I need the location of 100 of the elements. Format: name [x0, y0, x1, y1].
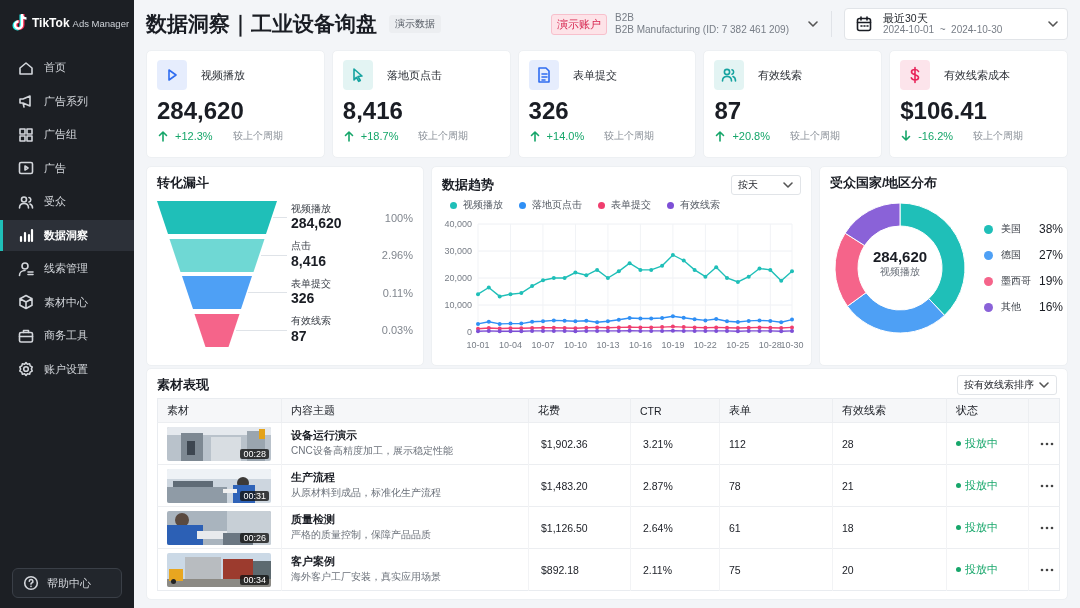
- date-range-picker[interactable]: 最近30天 2024-10-01 ~ 2024-10-30: [844, 8, 1068, 40]
- data-point: [541, 278, 545, 283]
- x-tick-label: 10-01: [466, 340, 490, 350]
- legend-value: 27%: [1039, 248, 1064, 262]
- data-point: [551, 276, 556, 280]
- data-point: [670, 314, 675, 319]
- logo-icon: [11, 12, 29, 31]
- data-point: [551, 318, 556, 323]
- leader-line: [273, 217, 287, 219]
- table-cell: 3.21%: [643, 437, 673, 450]
- data-point: [735, 320, 740, 324]
- data-point: [790, 317, 794, 322]
- comparison-label: 较上个周期: [790, 129, 840, 143]
- sidebar-item[interactable]: 账户设置: [0, 353, 134, 385]
- column-header: 状态: [946, 398, 1029, 423]
- data-point: [638, 316, 643, 321]
- sidebar-item[interactable]: 受众: [0, 186, 134, 218]
- account-type: B2B: [615, 12, 635, 24]
- y-tick-label: 10,000: [444, 300, 472, 310]
- x-tick-label: 10-28: [758, 340, 782, 350]
- comparison-label: 较上个周期: [973, 129, 1024, 143]
- metric-label: 有效线索: [758, 67, 803, 83]
- status-label: 投放中: [956, 562, 998, 577]
- stage-rate: 0.03%: [381, 324, 413, 337]
- stage-rate: 100%: [384, 211, 413, 224]
- data-point: [476, 292, 480, 297]
- calendar-icon: [855, 15, 873, 33]
- bar-chart-icon: [17, 226, 35, 245]
- sidebar-item[interactable]: 数据洞察: [0, 219, 134, 251]
- status-dot: [956, 441, 961, 447]
- status-label: 投放中: [956, 436, 998, 451]
- asset-title: 质量检测: [291, 513, 336, 527]
- date-range: 2024-10-01 ~ 2024-10-30: [883, 24, 1003, 37]
- account-name: B2B Manufacturing (ID: 7 382 461 209): [615, 24, 789, 36]
- data-point: [562, 276, 567, 280]
- y-tick-label: 20,000: [444, 273, 472, 283]
- status-dot: [956, 483, 961, 489]
- metric-label: 表单提交: [572, 67, 617, 83]
- sidebar-item[interactable]: 广告系列: [0, 85, 134, 117]
- data-point: [616, 269, 621, 274]
- sidebar-item[interactable]: 线索管理: [0, 253, 134, 285]
- data-point: [649, 267, 654, 272]
- granularity-dropdown[interactable]: 按天: [731, 175, 801, 195]
- x-tick-label: 10-10: [563, 340, 587, 350]
- data-point: [605, 276, 610, 280]
- data-point: [486, 319, 491, 324]
- card-title: 转化漏斗: [157, 175, 210, 192]
- leader-line: [260, 254, 287, 256]
- status-label: 投放中: [956, 520, 998, 535]
- status-dot: [956, 567, 961, 573]
- brand-name: TikTok: [32, 16, 70, 30]
- table-cell: 28: [842, 437, 854, 450]
- legend-value: 16%: [1039, 300, 1064, 314]
- data-point: [670, 253, 675, 257]
- table-cell: 112: [729, 437, 746, 450]
- stage-label: 表单提交: [291, 277, 332, 291]
- data-point: [681, 258, 686, 263]
- sidebar-item[interactable]: 素材中心: [0, 286, 134, 318]
- sort-dropdown[interactable]: 按有效线索排序: [957, 375, 1057, 395]
- more-icon: [1040, 567, 1054, 572]
- stage-label: 视频播放: [291, 202, 332, 216]
- sidebar-item[interactable]: 商务工具: [0, 320, 134, 352]
- asset-title: 生产流程: [291, 471, 336, 485]
- video-duration: 00:26: [240, 532, 269, 543]
- account-selector[interactable]: 演示账户 B2B B2B Manufacturing (ID: 7 382 461 209): [551, 12, 819, 36]
- data-point: [746, 318, 751, 323]
- data-point: [573, 319, 578, 324]
- x-tick-label: 10-19: [661, 340, 685, 350]
- column-header: 内容主题: [281, 398, 529, 423]
- sidebar-item[interactable]: 广告: [0, 152, 134, 184]
- sidebar-item[interactable]: 首页: [0, 52, 134, 84]
- sidebar-item[interactable]: 广告组: [0, 119, 134, 151]
- legend-label: 德国: [1001, 248, 1022, 262]
- chevron-down-icon: [1038, 379, 1050, 391]
- data-point: [703, 318, 708, 323]
- asset-title: 设备运行演示: [291, 429, 358, 443]
- chevron-down-icon: [807, 18, 819, 30]
- table-cell: 2.64%: [643, 521, 673, 534]
- table-cell: 20: [842, 563, 854, 576]
- metric-label: 有效线索成本: [944, 67, 1011, 83]
- help-button[interactable]: 帮助中心: [12, 568, 122, 598]
- table-cell: $892.18: [541, 563, 579, 576]
- data-point: [725, 276, 729, 280]
- comparison-label: 较上个周期: [604, 129, 655, 143]
- stage-rate: 2.96%: [381, 249, 413, 262]
- table-cell: 18: [842, 521, 854, 534]
- data-point: [584, 273, 589, 278]
- data-point: [486, 285, 491, 290]
- page-title: 数据洞察｜工业设备询盘: [146, 11, 377, 38]
- data-point: [714, 317, 719, 321]
- account-badge: 演示账户: [551, 13, 607, 35]
- comparison-label: 较上个周期: [232, 129, 283, 143]
- metric-value: $106.41: [900, 97, 988, 125]
- stage-value: 326: [291, 290, 316, 308]
- asset-description: CNC设备高精度加工，展示稳定性能: [291, 444, 454, 458]
- metric-value: 326: [528, 97, 570, 125]
- help-icon: [23, 575, 39, 591]
- column-header: 表单: [719, 398, 833, 423]
- stage-rate: 0.11%: [382, 286, 413, 299]
- stage-value: 87: [291, 327, 308, 346]
